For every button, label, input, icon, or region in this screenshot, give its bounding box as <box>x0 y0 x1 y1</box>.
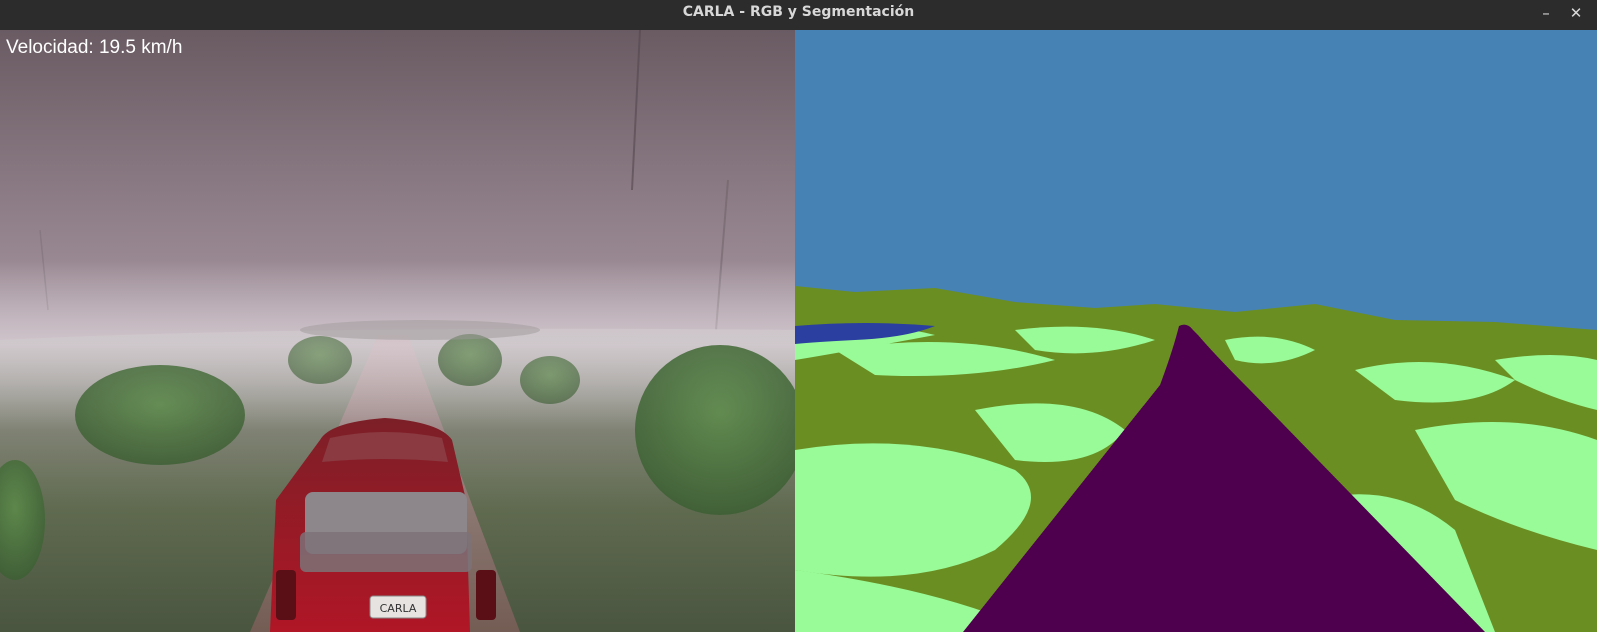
license-plate-text: CARLA <box>380 602 417 615</box>
close-button[interactable]: ✕ <box>1562 1 1590 25</box>
minimize-button[interactable]: – <box>1532 1 1560 25</box>
app-window: CARLA - RGB y Segmentación – ✕ CARLA Vel… <box>0 0 1597 632</box>
window-title: CARLA - RGB y Segmentación <box>682 4 915 20</box>
rgb-camera-view: CARLA Velocidad: 19.5 km/h <box>0 30 795 632</box>
title-bar[interactable]: CARLA - RGB y Segmentación – ✕ <box>0 0 1597 31</box>
segmentation-view <box>795 30 1597 632</box>
speed-readout: Velocidad: 19.5 km/h <box>6 37 183 58</box>
